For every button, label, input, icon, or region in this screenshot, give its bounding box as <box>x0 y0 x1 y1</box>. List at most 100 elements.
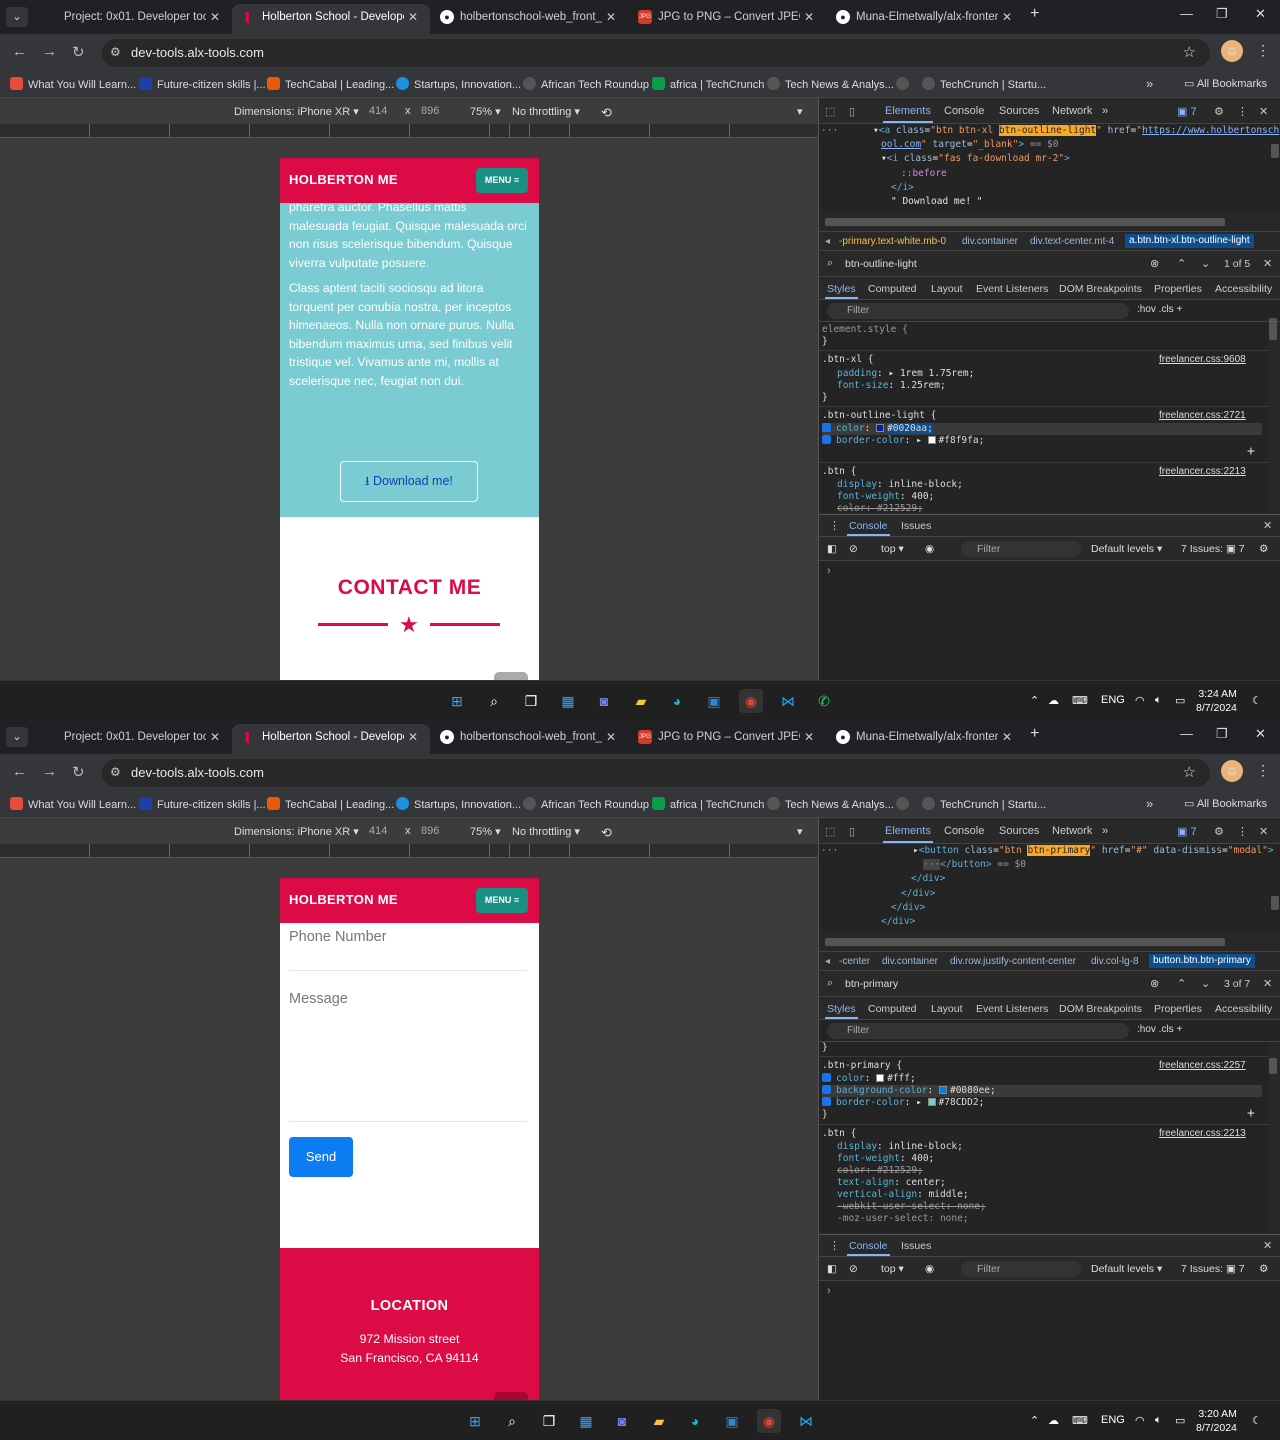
dom-node[interactable]: ▾<i class="fas fa-download mr-2"> <box>881 152 1070 167</box>
color-swatch[interactable] <box>876 424 885 432</box>
console-filter-input[interactable]: Filter <box>961 1261 1081 1277</box>
close-window-icon[interactable]: ✕ <box>1255 726 1266 742</box>
bookmarks-overflow-icon[interactable]: » <box>1146 796 1153 811</box>
close-devtools-icon[interactable]: ✕ <box>1259 825 1268 838</box>
language-indicator[interactable]: ENG <box>1101 1414 1125 1426</box>
tab-accessibility[interactable]: Accessibility <box>1215 1003 1272 1015</box>
battery-icon[interactable]: ▭ <box>1175 694 1185 707</box>
close-drawer-icon[interactable]: ✕ <box>1263 519 1272 532</box>
tab-close-icon[interactable]: ✕ <box>606 4 616 30</box>
checkbox[interactable] <box>822 1073 831 1082</box>
bookmark-item[interactable]: Startups, Innovation... <box>396 797 521 811</box>
dom-node[interactable]: ::before <box>901 167 947 182</box>
system-clock[interactable]: 3:24 AM 8/7/2024 <box>1196 687 1237 715</box>
site-info-icon[interactable]: ⚙ <box>110 45 121 59</box>
tab-close-icon[interactable]: ✕ <box>804 724 814 750</box>
store-icon[interactable]: ▣ <box>702 689 726 713</box>
tab-properties[interactable]: Properties <box>1154 283 1202 295</box>
tray-overflow-icon[interactable]: ⌃ <box>1030 1414 1039 1427</box>
browser-tab-active[interactable]: ▌ Holberton School - Developer t ✕ <box>232 4 430 34</box>
issues-link[interactable]: 7 Issues: ▣ 7 <box>1181 1263 1245 1275</box>
bookmark-star-icon[interactable]: ☆ <box>1183 43 1196 61</box>
tab-sources[interactable]: Sources <box>999 825 1039 837</box>
settings-gear-icon[interactable]: ⚙ <box>1214 825 1224 838</box>
browser-tab[interactable]: ● Muna-Elmetwally/alx-frontend ✕ <box>826 724 1024 754</box>
store-icon[interactable]: ▣ <box>720 1409 744 1433</box>
browser-tab[interactable]: JPG JPG to PNG – Convert JPEG to PNG ✕ <box>628 724 826 754</box>
back-icon[interactable]: ← <box>12 43 27 60</box>
site-info-icon[interactable]: ⚙ <box>110 765 121 779</box>
bookmark-item[interactable]: Startups, Innovation... <box>396 77 521 91</box>
close-window-icon[interactable]: ✕ <box>1255 6 1266 22</box>
device-width-field[interactable]: 414 <box>369 105 387 117</box>
clear-search-icon[interactable]: ⊗ <box>1150 977 1159 990</box>
scroll-to-top-button[interactable] <box>494 1392 528 1400</box>
tab-search-button[interactable]: ⌄ <box>6 7 28 27</box>
breadcrumb-item[interactable]: -primary.text-white.mb-0 <box>839 236 946 247</box>
bookmark-item[interactable]: Future-citizen skills |... <box>139 797 266 811</box>
tab-search-button[interactable]: ⌄ <box>6 727 28 747</box>
all-bookmarks-button[interactable]: ▭ All Bookmarks <box>1184 797 1267 810</box>
chrome-menu-icon[interactable]: ⋮ <box>1256 42 1270 59</box>
bookmark-item[interactable]: What You Will Learn... <box>10 77 136 91</box>
drawer-tab-issues[interactable]: Issues <box>901 1240 931 1252</box>
widgets-icon[interactable]: ▦ <box>574 1409 598 1433</box>
close-devtools-icon[interactable]: ✕ <box>1259 105 1268 118</box>
chrome-icon[interactable]: ◉ <box>739 689 763 713</box>
tab-computed[interactable]: Computed <box>868 1003 916 1015</box>
bookmark-item[interactable]: Future-citizen skills |... <box>139 77 266 91</box>
wifi-icon[interactable]: ◠ <box>1135 1414 1145 1427</box>
dom-search-input[interactable]: btn-outline-light <box>845 258 917 270</box>
elements-hscrollbar[interactable] <box>825 938 1225 946</box>
rotate-icon[interactable]: ⟲ <box>601 105 612 121</box>
zoom-select[interactable]: 75% ▾ <box>470 105 501 118</box>
breadcrumb-scroll-left[interactable]: ◂ <box>825 956 830 967</box>
tab-close-icon[interactable]: ✕ <box>408 4 418 30</box>
checkbox[interactable] <box>822 1085 831 1094</box>
bookmark-item[interactable]: africa | TechCrunch <box>652 797 764 811</box>
tab-close-icon[interactable]: ✕ <box>210 724 220 750</box>
reload-icon[interactable]: ↻ <box>72 43 85 61</box>
bookmark-item[interactable]: Tech News & Analys... <box>767 797 894 811</box>
console-prompt[interactable]: › <box>827 1285 831 1297</box>
address-bar[interactable]: ⚙ dev-tools.alx-tools.com ☆ <box>102 759 1210 787</box>
widgets-icon[interactable]: ▦ <box>556 689 580 713</box>
console-filter-input[interactable]: Filter <box>961 541 1081 557</box>
prev-match-icon[interactable]: ⌃ <box>1177 257 1186 270</box>
style-rule[interactable]: .btn-primary { <box>822 1060 902 1072</box>
tab-styles[interactable]: Styles <box>825 1003 858 1019</box>
bookmark-item[interactable]: TechCrunch | Startu... <box>922 797 1046 811</box>
device-toggle-icon[interactable]: ▯ <box>849 825 855 838</box>
bookmark-item[interactable] <box>896 797 914 811</box>
forward-icon[interactable]: → <box>42 763 57 780</box>
stylesheet-link[interactable]: freelancer.css:2213 <box>1159 466 1246 478</box>
dom-node[interactable]: </div> <box>891 901 925 916</box>
browser-tab[interactable]: ● holbertonschool-web_front_end ✕ <box>430 4 628 34</box>
browser-tab[interactable]: JPG JPG to PNG – Convert JPEG to PNG ✕ <box>628 4 826 34</box>
throttling-select[interactable]: No throttling ▾ <box>512 825 580 838</box>
search-icon[interactable]: ⌕ <box>482 689 506 713</box>
clear-console-icon[interactable]: ⊘ <box>849 543 858 555</box>
device-height-field[interactable]: 896 <box>421 105 439 117</box>
settings-gear-icon[interactable]: ⚙ <box>1214 105 1224 118</box>
minimize-icon[interactable]: — <box>1180 6 1193 21</box>
close-drawer-icon[interactable]: ✕ <box>1263 1239 1272 1252</box>
stylesheet-link[interactable]: freelancer.css:9608 <box>1159 354 1246 366</box>
back-icon[interactable]: ← <box>12 763 27 780</box>
stylesheet-link[interactable]: freelancer.css:2721 <box>1159 410 1246 422</box>
file-explorer-icon[interactable]: ▰ <box>647 1409 671 1433</box>
log-levels-select[interactable]: Default levels ▾ <box>1091 543 1162 555</box>
notification-icon[interactable]: ☾ <box>1252 694 1262 707</box>
add-declaration-icon[interactable]: + <box>1247 445 1255 458</box>
device-options-icon[interactable]: ▾ <box>797 105 803 118</box>
breadcrumb-item[interactable]: div.col-lg-8 <box>1091 956 1139 967</box>
message-field[interactable]: Message <box>289 991 527 1122</box>
elements-scrollbar[interactable] <box>1271 144 1279 158</box>
device-height-field[interactable]: 896 <box>421 825 439 837</box>
tab-event-listeners[interactable]: Event Listeners <box>976 283 1048 295</box>
menu-button[interactable]: MENU ≡ <box>476 888 528 913</box>
teams-chat-icon[interactable]: ◙ <box>592 689 616 713</box>
menu-button[interactable]: MENU ≡ <box>476 168 528 193</box>
drawer-tab-console[interactable]: Console <box>847 520 890 536</box>
prev-match-icon[interactable]: ⌃ <box>1177 977 1186 990</box>
